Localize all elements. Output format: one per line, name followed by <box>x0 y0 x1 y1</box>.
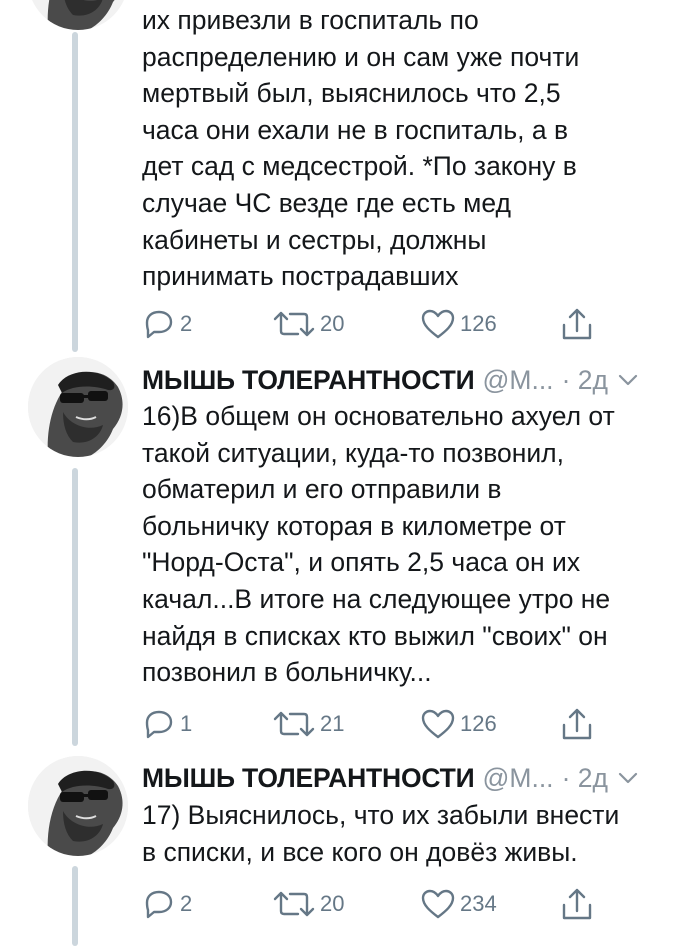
chevron-down-icon <box>618 772 638 784</box>
tweet-actions: 2 20 234 <box>142 884 602 924</box>
retweet-icon <box>272 889 316 919</box>
avatar[interactable] <box>28 357 128 457</box>
reply-icon <box>142 889 176 919</box>
author-name[interactable]: МЫШЬ ТОЛЕРАНТНОСТИ <box>142 760 475 796</box>
thread-line <box>72 468 78 746</box>
share-button[interactable] <box>560 304 594 344</box>
heart-icon <box>420 888 456 920</box>
retweet-button[interactable]: 20 <box>272 884 344 924</box>
reply-button[interactable]: 2 <box>142 304 192 344</box>
chevron-down-icon <box>618 374 638 386</box>
tweet-time[interactable]: · 2д <box>562 362 608 398</box>
tweet-header: МЫШЬ ТОЛЕРАНТНОСТИ @M... · 2д <box>142 362 687 398</box>
avatar[interactable] <box>28 0 128 30</box>
heart-icon <box>420 308 456 340</box>
reply-icon <box>142 309 176 339</box>
tweet-actions: 1 21 126 <box>142 704 602 744</box>
share-icon <box>560 307 594 341</box>
author-name[interactable]: МЫШЬ ТОЛЕРАНТНОСТИ <box>142 362 475 398</box>
retweet-icon <box>272 309 316 339</box>
share-button[interactable] <box>560 704 594 744</box>
tweet-menu-button[interactable] <box>618 374 638 386</box>
thread-line <box>72 32 78 352</box>
heart-icon <box>420 708 456 740</box>
tweet-actions: 2 20 126 <box>142 304 602 344</box>
avatar[interactable] <box>28 756 128 856</box>
reply-icon <box>142 709 176 739</box>
tweet-menu-button[interactable] <box>618 772 638 784</box>
share-button[interactable] <box>560 884 594 924</box>
author-handle[interactable]: @M... <box>482 362 553 398</box>
reply-count: 2 <box>180 891 193 916</box>
retweet-count: 20 <box>320 311 345 336</box>
like-count: 126 <box>460 311 497 336</box>
reply-button[interactable]: 2 <box>142 884 192 924</box>
author-handle[interactable]: @M... <box>482 760 553 796</box>
like-count: 234 <box>460 891 497 916</box>
retweet-icon <box>272 709 316 739</box>
like-button[interactable]: 234 <box>420 884 497 924</box>
tweet-text: 16)В общем он основательно ахуел от тако… <box>142 401 615 688</box>
share-icon <box>560 707 594 741</box>
retweet-button[interactable]: 20 <box>272 304 344 344</box>
reply-count: 1 <box>180 711 193 736</box>
retweet-button[interactable]: 21 <box>272 704 344 744</box>
like-button[interactable]: 126 <box>420 304 497 344</box>
retweet-count: 21 <box>320 711 345 736</box>
tweet-time[interactable]: · 2д <box>562 760 608 796</box>
thread-line <box>72 866 78 946</box>
tweet-header: МЫШЬ ТОЛЕРАНТНОСТИ @M... · 2д <box>142 760 687 796</box>
reply-button[interactable]: 1 <box>142 704 192 744</box>
share-icon <box>560 887 594 921</box>
tweet-text: 17) Выяснилось, что их забыли внести в с… <box>142 800 620 867</box>
retweet-count: 20 <box>320 891 345 916</box>
like-count: 126 <box>460 711 497 736</box>
reply-count: 2 <box>180 311 193 336</box>
tweet-text: их привезли в госпиталь по распределению… <box>142 5 580 292</box>
like-button[interactable]: 126 <box>420 704 497 744</box>
